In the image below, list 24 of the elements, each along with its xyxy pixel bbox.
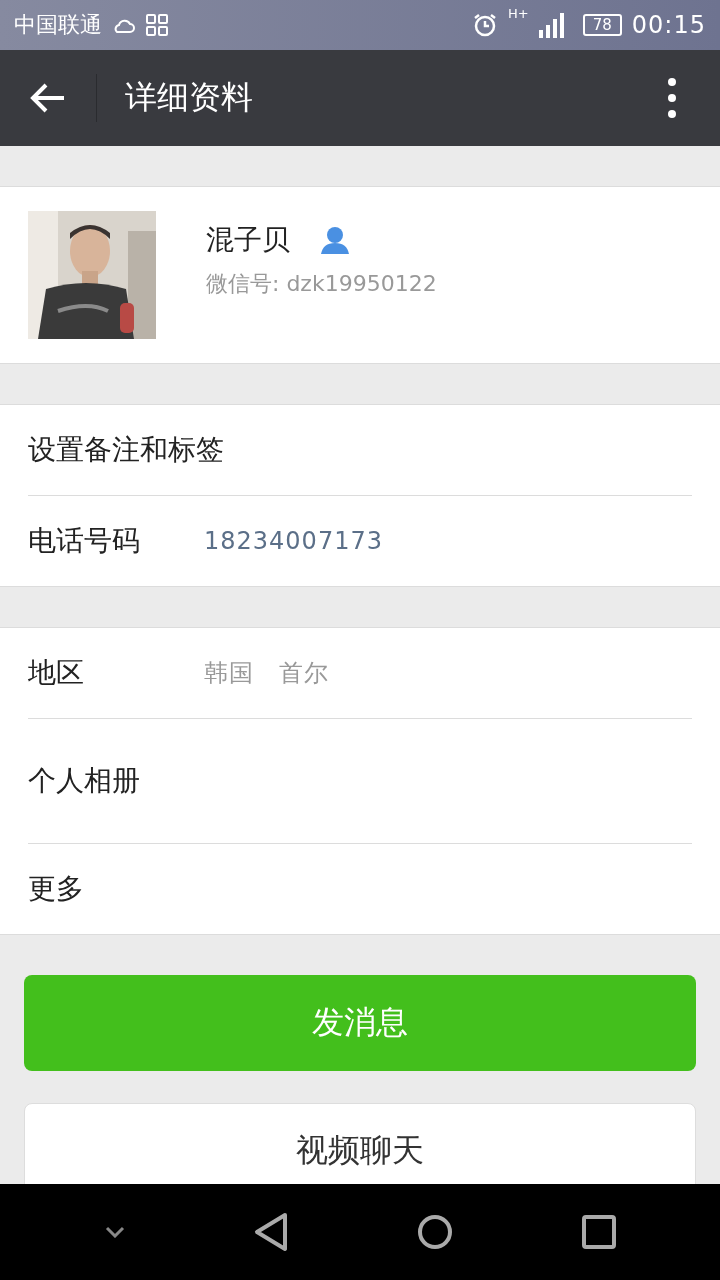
- row-label[interactable]: 地区: [28, 654, 204, 692]
- chevron-down-icon[interactable]: [104, 1226, 125, 1238]
- battery-icon: 78: [582, 14, 622, 36]
- row-value: 韩国 首尔: [204, 658, 329, 689]
- back-triangle-icon[interactable]: [253, 1212, 288, 1252]
- person-icon: [320, 226, 350, 254]
- back-arrow-icon: [30, 82, 66, 114]
- carrier-name: 中国联通: [14, 11, 102, 39]
- page-title: 详细资料: [125, 77, 254, 118]
- row-label[interactable]: 个人相册: [28, 762, 204, 800]
- row-label[interactable]: 电话号码: [28, 522, 204, 560]
- phone-number-link[interactable]: 18234007173: [204, 527, 383, 555]
- wechat-id: 微信号: dzk19950122: [206, 270, 437, 298]
- more-dots-icon: [668, 78, 676, 118]
- contact-name: 混子贝: [206, 222, 290, 258]
- signal-icon: [538, 12, 565, 38]
- row-label[interactable]: 设置备注和标签: [28, 431, 224, 469]
- clock-time: 00:15: [631, 11, 706, 39]
- row-label[interactable]: 更多: [28, 870, 204, 908]
- recents-square-icon[interactable]: [581, 1215, 616, 1249]
- grid-icon: [146, 14, 168, 36]
- network-type: H+: [508, 6, 529, 21]
- video-chat-button[interactable]: 视频聊天: [24, 1103, 696, 1184]
- home-circle-icon[interactable]: [416, 1214, 453, 1250]
